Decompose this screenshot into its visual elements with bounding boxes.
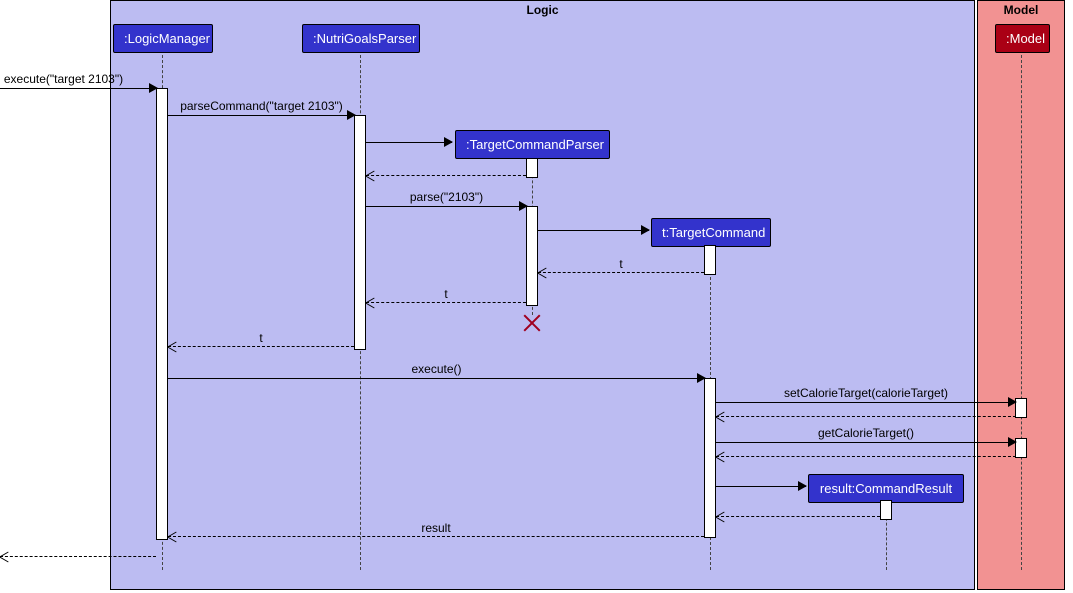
arrow-icon	[715, 452, 724, 462]
arrow-icon	[1008, 437, 1017, 447]
msg-setcalorie: setCalorieTarget(calorieTarget)	[716, 402, 1016, 403]
activation-nutrigoalsparser	[354, 115, 366, 350]
msg-execute: execute()	[168, 378, 705, 379]
msg-return-t3-label: t	[168, 331, 354, 345]
arrow-icon	[365, 171, 374, 181]
msg-create-cr	[716, 486, 806, 487]
activation-logicmanager	[156, 88, 168, 540]
msg-return-out	[0, 556, 156, 557]
activation-cr	[880, 500, 892, 520]
msg-setcalorie-return	[716, 416, 1016, 417]
frame-model-title: Model	[1004, 3, 1039, 17]
arrow-icon	[697, 373, 706, 383]
participant-model: :Model	[995, 24, 1050, 53]
arrow-icon	[715, 512, 724, 522]
arrow-icon	[641, 225, 650, 235]
msg-getcalorie: getCalorieTarget()	[716, 442, 1016, 443]
msg-getcalorie-return	[716, 456, 1016, 457]
arrow-icon	[519, 201, 528, 211]
msg-parse-label: parse("2103")	[366, 190, 527, 204]
activation-tcp-create	[526, 158, 538, 178]
arrow-icon	[167, 532, 176, 542]
msg-create-tc	[538, 230, 649, 231]
frame-logic-title: Logic	[527, 3, 559, 17]
arrow-icon	[0, 552, 8, 562]
participant-nutrigoalsparser: :NutriGoalsParser	[302, 24, 420, 53]
msg-execute-in-label: execute("target 2103")	[0, 72, 142, 86]
arrow-icon	[715, 412, 724, 422]
msg-return-t1-label: t	[538, 257, 704, 271]
msg-getcalorie-label: getCalorieTarget()	[716, 426, 1016, 440]
msg-return-t1: t	[538, 272, 704, 273]
msg-create-tcp-return	[366, 175, 526, 176]
msg-execute-label: execute()	[168, 362, 705, 376]
activation-tcp-parse	[526, 206, 538, 306]
msg-execute-in: execute("target 2103")	[0, 88, 157, 89]
msg-return-t2: t	[366, 302, 526, 303]
participant-commandresult: result:CommandResult	[808, 474, 964, 503]
arrow-icon	[167, 342, 176, 352]
sequence-diagram: Logic Model :LogicManager :NutriGoalsPar…	[0, 0, 1073, 593]
participant-targetcommand: t:TargetCommand	[651, 218, 771, 247]
activation-tc-create	[704, 245, 716, 275]
arrow-icon	[149, 83, 158, 93]
arrow-icon	[798, 481, 807, 491]
arrow-icon	[444, 137, 453, 147]
msg-create-tcp	[366, 142, 452, 143]
destroy-icon	[523, 314, 541, 332]
msg-parsecommand-label: parseCommand("target 2103")	[168, 99, 355, 113]
participant-targetcommandparser: :TargetCommandParser	[455, 130, 610, 159]
msg-return-t3: t	[168, 346, 354, 347]
lifeline-model	[1021, 50, 1022, 570]
msg-parsecommand: parseCommand("target 2103")	[168, 115, 355, 116]
msg-return-t2-label: t	[366, 287, 526, 301]
arrow-icon	[347, 110, 356, 120]
arrow-icon	[537, 268, 546, 278]
msg-create-cr-return	[716, 516, 880, 517]
msg-setcalorie-label: setCalorieTarget(calorieTarget)	[716, 386, 1016, 400]
msg-parse: parse("2103")	[366, 206, 527, 207]
participant-logicmanager: :LogicManager	[113, 24, 213, 53]
msg-result-label: result	[168, 521, 704, 535]
arrow-icon	[365, 298, 374, 308]
arrow-icon	[1008, 397, 1017, 407]
msg-result: result	[168, 536, 704, 537]
